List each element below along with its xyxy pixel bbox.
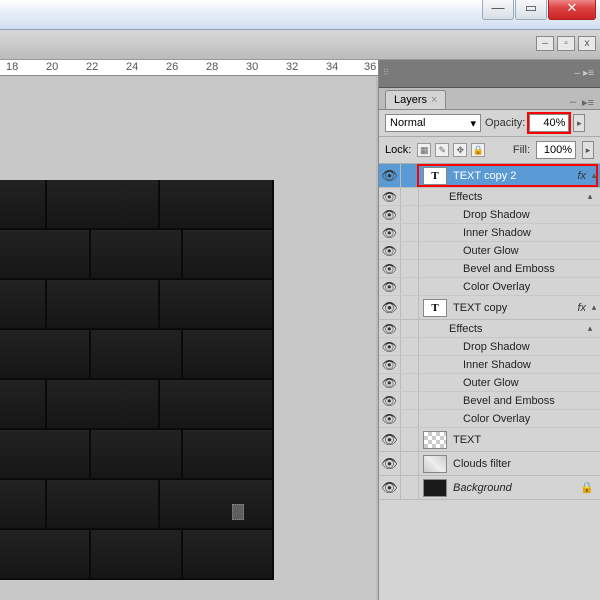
layer-thumbnail (423, 431, 447, 449)
text-cursor-icon (232, 504, 244, 520)
layer-text-copy[interactable]: 👁 T TEXT copy fx▴ (379, 296, 600, 320)
layer-thumbnail (423, 479, 447, 497)
effects-group[interactable]: Effects (449, 323, 482, 335)
grip-icon: ⠿ (383, 68, 393, 78)
doc-minimize-button[interactable]: – (536, 36, 554, 51)
layers-list: 👁 T TEXT copy 2 fx▴ 👁Effects▴ 👁Drop Shad… (379, 164, 600, 500)
panels-dock: ⠿ – ▸≡ Layers× –▸≡ Normal▾ Opacity: 40% … (378, 60, 600, 600)
panel-menu-icon[interactable]: – ▸≡ (575, 68, 594, 79)
effect-color-overlay[interactable]: Color Overlay (463, 413, 530, 425)
type-layer-icon: T (423, 167, 447, 185)
doc-close-button[interactable]: x (578, 36, 596, 51)
opacity-label: Opacity: (485, 117, 525, 129)
layer-thumbnail (423, 455, 447, 473)
window-titlebar: — ▭ ✕ (0, 0, 600, 30)
window-maximize-button[interactable]: ▭ (515, 0, 547, 20)
effect-outer-glow[interactable]: Outer Glow (463, 245, 519, 257)
opacity-flyout-button[interactable]: ▸ (573, 114, 585, 132)
fx-badge[interactable]: fx (577, 170, 586, 182)
layer-clouds-filter[interactable]: 👁 Clouds filter (379, 452, 600, 476)
lock-icon: 🔒 (580, 481, 594, 494)
visibility-toggle[interactable]: 👁 (379, 164, 401, 187)
fx-badge[interactable]: fx (577, 302, 586, 314)
canvas-area[interactable] (0, 76, 376, 600)
effect-drop-shadow[interactable]: Drop Shadow (463, 341, 530, 353)
effect-outer-glow[interactable]: Outer Glow (463, 377, 519, 389)
panel-minimize-icon[interactable]: – (570, 96, 576, 109)
effect-bevel-emboss[interactable]: Bevel and Emboss (463, 263, 555, 275)
panel-tabbar: Layers× –▸≡ (379, 88, 600, 110)
panel-menu-icon[interactable]: ▸≡ (582, 96, 594, 109)
effects-group[interactable]: Effects (449, 191, 482, 203)
tab-close-icon[interactable]: × (431, 94, 437, 106)
fill-label: Fill: (513, 144, 530, 156)
effect-inner-shadow[interactable]: Inner Shadow (463, 227, 531, 239)
collapsed-panel-header[interactable]: ⠿ – ▸≡ (379, 60, 600, 88)
window-close-button[interactable]: ✕ (548, 0, 596, 20)
lock-pixels-icon[interactable]: ✎ (435, 143, 449, 157)
effect-color-overlay[interactable]: Color Overlay (463, 281, 530, 293)
layer-text-copy-2[interactable]: 👁 T TEXT copy 2 fx▴ (379, 164, 600, 188)
type-layer-icon: T (423, 299, 447, 317)
effect-bevel-emboss[interactable]: Bevel and Emboss (463, 395, 555, 407)
visibility-toggle[interactable]: 👁 (379, 452, 401, 475)
lock-transparency-icon[interactable]: ▦ (417, 143, 431, 157)
fill-input[interactable]: 100% (536, 141, 576, 159)
layer-background[interactable]: 👁 Background 🔒 (379, 476, 600, 500)
blend-mode-select[interactable]: Normal▾ (385, 114, 481, 132)
effect-inner-shadow[interactable]: Inner Shadow (463, 359, 531, 371)
effect-drop-shadow[interactable]: Drop Shadow (463, 209, 530, 221)
layer-text[interactable]: 👁 TEXT (379, 428, 600, 452)
fill-flyout-button[interactable]: ▸ (582, 141, 594, 159)
lock-all-icon[interactable]: 🔒 (471, 143, 485, 157)
lock-label: Lock: (385, 144, 411, 156)
opacity-input[interactable]: 40% (529, 114, 569, 132)
visibility-toggle[interactable]: 👁 (379, 428, 401, 451)
window-minimize-button[interactable]: — (482, 0, 514, 20)
lock-position-icon[interactable]: ✥ (453, 143, 467, 157)
tab-layers[interactable]: Layers× (385, 90, 446, 109)
visibility-toggle[interactable]: 👁 (379, 296, 401, 319)
doc-restore-button[interactable]: ▫ (557, 36, 575, 51)
options-bar: Br Workspace ▼ – ▫ x (0, 30, 600, 60)
visibility-toggle[interactable]: 👁 (379, 476, 401, 499)
